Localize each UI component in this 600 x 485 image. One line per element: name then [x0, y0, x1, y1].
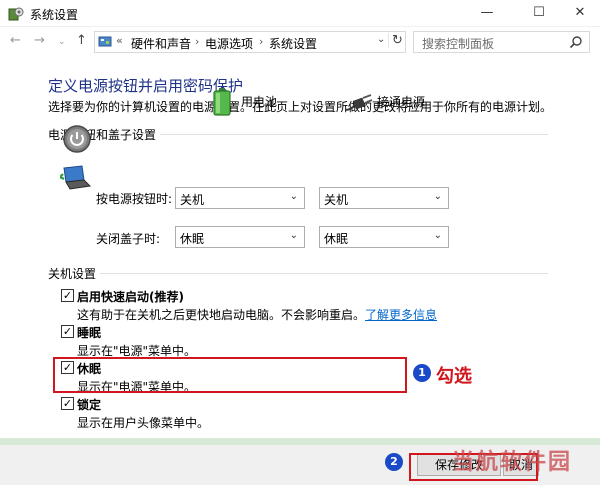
up-arrow-icon[interactable]: ↑ [76, 33, 87, 48]
sleep-checkbox[interactable]: ✓ [61, 325, 74, 338]
select-value: 关机 [180, 193, 205, 207]
chevron-down-icon: ⌄ [433, 191, 442, 202]
search-input[interactable]: 搜索控制面板 [413, 31, 590, 53]
window-title: 系统设置 [30, 8, 79, 22]
chevron-down-icon: ⌄ [433, 230, 442, 241]
refresh-icon[interactable]: ↻ [388, 33, 406, 48]
breadcrumb-power-options[interactable]: 电源选项 [205, 35, 253, 52]
fast-startup-label[interactable]: 启用快速启动(推荐) [77, 288, 184, 305]
sleep-label[interactable]: 睡眠 [77, 324, 101, 341]
select-value: 休眠 [180, 232, 205, 246]
select-value: 关机 [324, 193, 349, 207]
search-icon[interactable] [569, 35, 583, 49]
navigation-bar: ← → ⌄ ↑ « 硬件和声音 › 电源选项 › 系统设置 ⌄ ↻ 搜索控制面板 [0, 28, 600, 56]
power-button-label: 按电源按钮时: [96, 192, 173, 206]
address-dropdown-icon[interactable]: ⌄ [377, 34, 385, 45]
power-button-icon [63, 125, 91, 153]
fast-startup-description: 这有助于在关机之后更快地启动电脑。不会影响重启。了解更多信息 [77, 308, 438, 322]
breadcrumb-separator: › [259, 35, 264, 48]
power-button-plugged-select[interactable]: 关机 ⌄ [319, 187, 449, 209]
step-2-badge: 2 [385, 453, 403, 471]
page-description: 选择要为你的计算机设置的电源设置。在此页上对设置所做的更改将应用于你所有的电源计… [48, 100, 553, 114]
hibernate-highlight-box [53, 357, 407, 393]
lock-checkbox[interactable]: ✓ [61, 397, 74, 410]
select-value: 休眠 [324, 232, 349, 246]
breadcrumb-overflow-icon[interactable]: « [116, 34, 123, 47]
breadcrumb-system-settings[interactable]: 系统设置 [269, 35, 317, 52]
back-arrow-icon[interactable]: ← [10, 33, 21, 48]
chevron-down-icon: ⌄ [289, 230, 298, 241]
shutdown-section-title: 关机设置 [48, 267, 97, 281]
lock-label[interactable]: 锁定 [77, 396, 101, 413]
laptop-lid-icon [60, 165, 92, 190]
breadcrumb-hardware-sound[interactable]: 硬件和声音 [131, 35, 191, 52]
learn-more-link[interactable]: 了解更多信息 [365, 308, 437, 322]
plugged-in-header: 接通电源 [377, 95, 426, 109]
watermark-text: 当航软件园 [452, 450, 573, 475]
system-settings-icon [8, 7, 24, 21]
on-battery-header: 用电池 [241, 95, 278, 109]
power-plug-icon [344, 94, 373, 111]
step-1-badge: 1 [413, 364, 431, 382]
lock-description: 显示在用户头像菜单中。 [77, 416, 210, 430]
battery-icon [213, 88, 231, 116]
search-placeholder: 搜索控制面板 [422, 37, 495, 51]
control-panel-icon [98, 36, 112, 47]
minimize-button[interactable]: — [464, 0, 510, 27]
step-1-instruction: 勾选 [436, 366, 472, 387]
close-lid-label: 关闭盖子时: [96, 232, 161, 246]
close-button[interactable]: ✕ [560, 0, 600, 27]
breadcrumb-separator: › [195, 35, 200, 48]
section-divider [100, 273, 548, 274]
power-button-battery-select[interactable]: 关机 ⌄ [175, 187, 305, 209]
title-bar: 系统设置 — ☐ ✕ [0, 0, 600, 27]
close-lid-plugged-select[interactable]: 休眠 ⌄ [319, 226, 449, 248]
recent-locations-icon[interactable]: ⌄ [58, 37, 66, 47]
address-bar[interactable]: « 硬件和声音 › 电源选项 › 系统设置 ⌄ ↻ [94, 31, 406, 53]
close-lid-battery-select[interactable]: 休眠 ⌄ [175, 226, 305, 248]
chevron-down-icon: ⌄ [289, 191, 298, 202]
forward-arrow-icon[interactable]: → [34, 33, 45, 48]
fast-startup-checkbox[interactable]: ✓ [61, 289, 74, 302]
maximize-button[interactable]: ☐ [516, 0, 562, 27]
section-divider [160, 134, 548, 135]
